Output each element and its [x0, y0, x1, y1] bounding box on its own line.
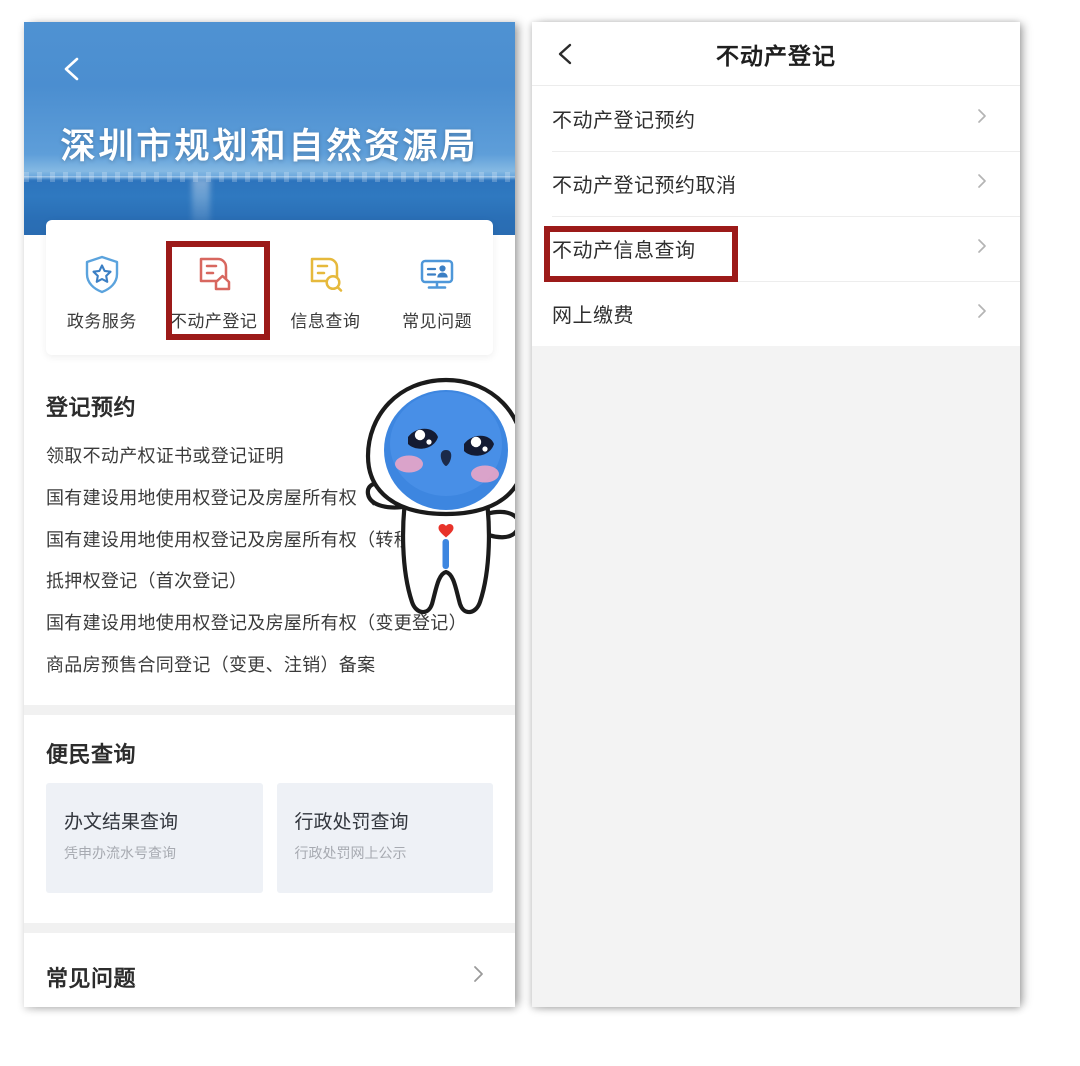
list-item[interactable]: 领取不动产权证书或登记证明	[46, 436, 493, 478]
quick-entry-property-registration[interactable]: 不动产登记	[158, 244, 270, 332]
quick-entry-label: 不动产登记	[169, 311, 258, 332]
monitor-person-icon	[415, 252, 459, 296]
right-panel-title: 不动产登记	[716, 43, 836, 70]
convenience-card-title: 办文结果查询	[64, 810, 179, 833]
list-item[interactable]: 国有建设用地使用权登记及房屋所有权（变更登记）	[46, 603, 493, 645]
chevron-right-icon	[972, 236, 992, 261]
faq-row[interactable]: 常见问题	[24, 932, 515, 1007]
chevron-right-icon	[972, 106, 992, 131]
quick-entry-faq[interactable]: 常见问题	[381, 244, 493, 332]
convenience-card-subtitle: 凭申办流水号查询	[64, 845, 176, 862]
convenience-section-title: 便民查询	[46, 742, 137, 768]
document-search-icon	[303, 252, 347, 296]
list-item[interactable]: 不动产信息查询	[532, 216, 1020, 281]
faq-label: 常见问题	[46, 966, 137, 992]
registration-section: 登记预约 领取不动产权证书或登记证明 国有建设用地使用权登记及房屋所有权（首次登…	[24, 368, 515, 705]
right-phone-screen: 不动产登记 不动产登记预约 不动产登记预约取消 不动产信息查询 网上缴费	[532, 22, 1020, 1007]
right-panel-header: 不动产登记	[532, 22, 1020, 86]
right-panel-list: 不动产登记预约 不动产登记预约取消 不动产信息查询 网上缴费	[532, 86, 1020, 346]
list-item[interactable]: 不动产登记预约取消	[532, 151, 1020, 216]
chevron-right-icon	[972, 171, 992, 196]
list-item[interactable]: 国有建设用地使用权登记及房屋所有权（首次登记）	[46, 478, 493, 520]
list-item-label: 不动产登记预约取消	[552, 173, 737, 197]
list-item-label: 网上缴费	[552, 303, 634, 327]
section-divider	[24, 922, 515, 933]
sea-horizon-haze	[24, 172, 515, 182]
document-house-icon	[192, 252, 236, 296]
page-title: 深圳市规划和自然资源局	[60, 127, 479, 167]
convenience-card-subtitle: 行政处罚网上公示	[294, 845, 407, 862]
convenience-card-grid: 办文结果查询 凭申办流水号查询 行政处罚查询 行政处罚网上公示	[46, 782, 493, 923]
list-item[interactable]: 不动产登记预约	[532, 86, 1020, 151]
back-chevron-icon[interactable]	[552, 40, 580, 68]
registration-list: 领取不动产权证书或登记证明 国有建设用地使用权登记及房屋所有权（首次登记） 国有…	[46, 436, 493, 705]
shield-star-icon	[80, 252, 124, 296]
list-item-label: 不动产信息查询	[552, 238, 696, 262]
quick-entry-label: 常见问题	[402, 311, 473, 332]
section-divider	[24, 704, 515, 715]
registration-section-title: 登记预约	[46, 396, 137, 421]
list-item[interactable]: 网上缴费	[532, 281, 1020, 346]
screenshot-stage: 深圳市规划和自然资源局 登记预约 领取不动产权证书或登记证明 国有建设用地使用权…	[0, 0, 1080, 1066]
quick-entry-info-query[interactable]: 信息查询	[270, 244, 382, 332]
hero-banner: 深圳市规划和自然资源局	[24, 22, 515, 235]
quick-entry-card: 政务服务 不动产登记 信息查询 常见问题	[46, 220, 493, 355]
quick-entry-government-service[interactable]: 政务服务	[46, 244, 158, 332]
list-item[interactable]: 商品房预售合同登记（变更、注销）备案	[46, 645, 493, 687]
quick-entry-label: 信息查询	[290, 311, 361, 332]
list-item[interactable]: 抵押权登记（首次登记）	[46, 561, 493, 603]
convenience-card[interactable]: 行政处罚查询 行政处罚网上公示	[276, 782, 493, 893]
left-phone-screen: 深圳市规划和自然资源局 登记预约 领取不动产权证书或登记证明 国有建设用地使用权…	[24, 22, 515, 1007]
convenience-section: 便民查询 办文结果查询 凭申办流水号查询 行政处罚查询 行政处罚网上公示	[24, 714, 515, 923]
back-chevron-icon[interactable]	[58, 54, 88, 84]
list-item[interactable]: 国有建设用地使用权登记及房屋所有权（转移登记）	[46, 520, 493, 562]
chevron-right-icon	[972, 301, 992, 326]
convenience-card[interactable]: 办文结果查询 凭申办流水号查询	[46, 782, 263, 893]
convenience-card-title: 行政处罚查询	[294, 810, 409, 833]
quick-entry-label: 政务服务	[66, 311, 137, 332]
list-item-label: 不动产登记预约	[552, 108, 696, 132]
chevron-right-icon	[467, 963, 489, 990]
